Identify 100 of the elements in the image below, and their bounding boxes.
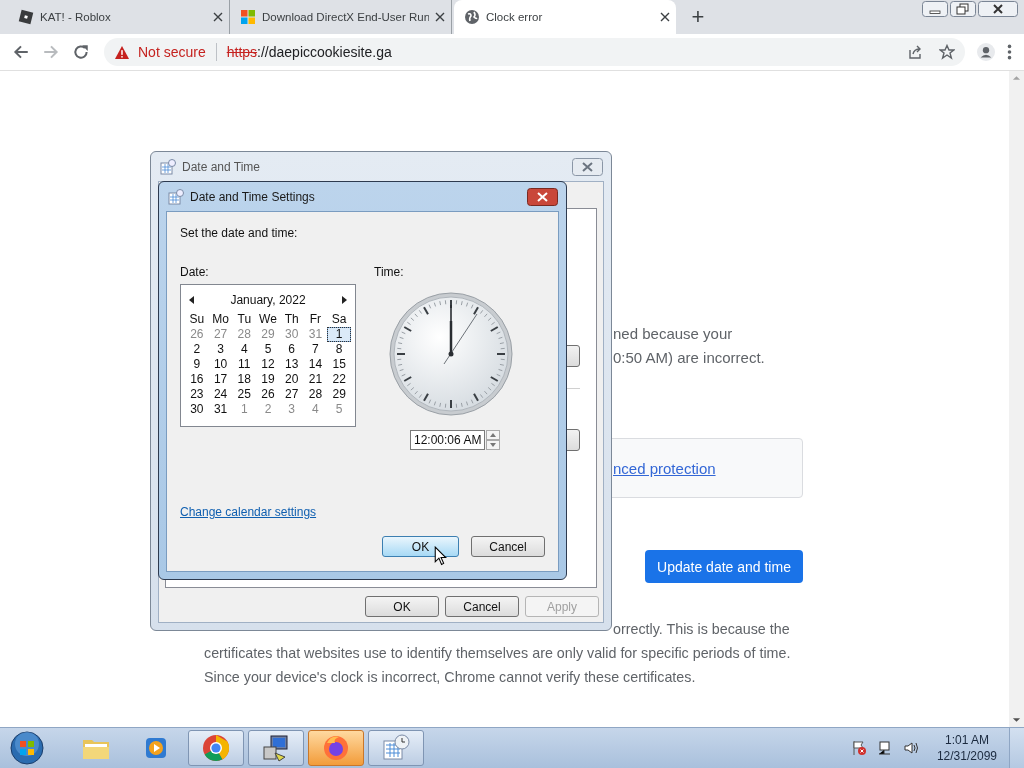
close-tab-icon[interactable] [213,12,223,22]
url-scheme: https [226,44,258,60]
calendar-day[interactable]: 28 [232,327,257,342]
dialog-button[interactable]: Cancel [445,596,519,617]
calendar-day[interactable]: 5 [256,342,280,357]
calendar-day[interactable]: 6 [279,342,304,357]
calendar-day[interactable]: 29 [256,327,280,342]
browser-tab[interactable]: Clock error [454,0,676,34]
calendar-day[interactable]: 12 [256,357,280,372]
restore-icon[interactable] [950,1,976,17]
calendar-day[interactable]: 27 [279,387,304,402]
profile-icon[interactable] [977,43,995,61]
new-tab-button[interactable]: + [684,2,712,32]
share-icon[interactable] [907,44,923,60]
calendar-day[interactable]: 31 [208,402,233,417]
calendar-day[interactable]: 10 [208,357,233,372]
action-center-flag-icon[interactable] [850,740,867,756]
error-text: ned because your [613,324,734,344]
calendar-day[interactable]: 21 [303,372,328,387]
calendar-day[interactable]: 16 [185,372,209,387]
dialog-button[interactable]: Cancel [471,536,545,557]
spinner-icon[interactable] [486,430,501,450]
calendar-day[interactable]: 30 [279,327,304,342]
taskbar-computer-button[interactable] [248,730,304,766]
previous-month-icon[interactable] [189,296,195,304]
calendar-day[interactable]: 13 [279,357,304,372]
scrollbar[interactable] [1009,71,1024,727]
calendar-day[interactable]: 25 [232,387,257,402]
scroll-down-icon[interactable] [1012,717,1021,723]
weekday-label: Su [188,312,206,327]
address-bar[interactable]: Not secure https://daepiccookiesite.ga [104,38,965,66]
calendar-day[interactable]: 3 [208,342,233,357]
calendar-day[interactable]: 4 [303,402,328,417]
calendar-day[interactable]: 22 [327,372,351,387]
calendar-day[interactable]: 26 [256,387,280,402]
menu-icon[interactable] [1007,43,1012,61]
taskbar-datetime-button[interactable] [368,730,424,766]
calendar-day[interactable]: 14 [303,357,328,372]
calendar-day[interactable]: 26 [185,327,209,342]
tab-title: Download DirectX End-User Run [262,11,429,23]
month-title[interactable]: January, 2022 [230,293,306,307]
computer-icon [261,733,291,763]
calendar-day[interactable]: 29 [327,387,351,402]
next-month-icon[interactable] [341,296,347,304]
mouse-cursor-icon [434,546,447,566]
reload-icon[interactable] [72,43,90,61]
star-icon[interactable] [939,44,955,60]
window-title: Date and Time [182,159,261,174]
dialog-button[interactable]: OK [382,536,459,557]
calendar-day[interactable]: 23 [185,387,209,402]
calendar-day[interactable]: 19 [256,372,280,387]
calendar-day[interactable]: 15 [327,357,351,372]
window-title: Date and Time Settings [190,189,315,204]
calendar-day[interactable]: 3 [279,402,304,417]
volume-icon[interactable] [902,740,919,756]
close-icon[interactable] [527,187,558,206]
calendar-day[interactable]: 24 [208,387,233,402]
calendar-day[interactable]: 27 [208,327,233,342]
calendar-day[interactable]: 8 [327,342,351,357]
chrome-icon [201,733,231,763]
close-tab-icon[interactable] [660,12,670,22]
taskbar-firefox-button[interactable] [308,730,364,766]
time-label: Time: [374,265,405,279]
calendar-day[interactable]: 1 [327,327,351,342]
calendar-day[interactable]: 20 [279,372,304,387]
start-button[interactable] [10,731,44,765]
calendar-day[interactable]: 7 [303,342,328,357]
calendar-day[interactable]: 11 [232,357,257,372]
taskbar-chrome-button[interactable] [188,730,244,766]
close-window-icon[interactable] [978,1,1018,17]
weekday-label: Mo [211,312,230,327]
roblox-icon [18,9,34,25]
security-label[interactable]: Not secure [138,44,206,60]
update-date-time-button[interactable]: Update date and time [645,550,803,583]
tab-title: KAT! - Roblox [40,11,112,23]
url-text: ://daepiccookiesite.ga [257,44,392,60]
calendar-day[interactable]: 28 [303,387,328,402]
weekday-label: We [258,312,278,327]
calendar-day[interactable]: 9 [185,357,209,372]
calendar-day[interactable]: 30 [185,402,209,417]
date-label: Date: [180,265,210,279]
warning-icon [114,44,130,60]
enhanced-protection-link[interactable]: nced protection [613,459,716,477]
calendar-day[interactable]: 17 [208,372,233,387]
calendar-day[interactable]: 4 [232,342,257,357]
calendar-day[interactable]: 18 [232,372,257,387]
network-icon[interactable] [876,740,893,756]
instruction-text: Set the date and time: [180,226,299,240]
back-icon[interactable] [12,43,30,61]
taskbar-clock[interactable]: 1:01 AM 12/31/2099 [936,732,997,764]
error-text: 0:50 AM) are incorrect. [613,348,765,368]
time-field[interactable]: 12:00:06 AM [410,430,486,450]
dialog-button[interactable]: OK [365,596,439,617]
close-tab-icon[interactable] [435,12,445,22]
calendar-day[interactable]: 1 [232,402,257,417]
firefox-icon [321,733,351,763]
minimize-icon[interactable] [922,1,948,17]
change-calendar-settings-link[interactable]: Change calendar settings [180,505,317,519]
calendar-clock-icon [168,188,184,205]
calendar-day[interactable]: 2 [185,342,209,357]
